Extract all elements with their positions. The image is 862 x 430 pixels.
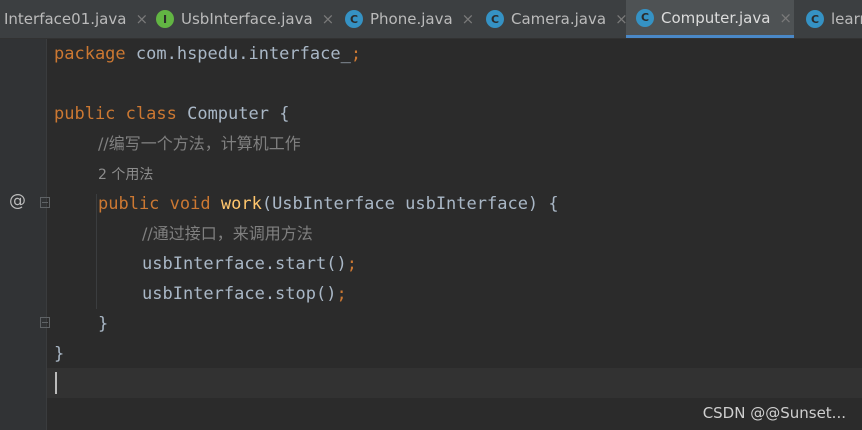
tab-label: learn (831, 10, 862, 28)
semicolon: ; (336, 284, 347, 304)
fold-icon[interactable] (40, 197, 50, 208)
code-line: public void work(UsbInterface usbInterfa… (98, 189, 559, 219)
tab-phone[interactable]: C Phone.java × (345, 0, 474, 38)
code-line: //通过接口，来调用方法 (142, 219, 313, 249)
editor-gutter (0, 39, 46, 430)
keyword: public (54, 104, 116, 124)
code-line: //编写一个方法，计算机工作 (98, 129, 301, 159)
keyword: public (98, 194, 160, 214)
tab-label: Interface01.java (4, 10, 127, 28)
tab-interface01[interactable]: Interface01.java × (4, 0, 148, 38)
tab-label: UsbInterface.java (181, 10, 313, 28)
usage-hint[interactable]: 2 个用法 (98, 159, 153, 189)
code-line: } (54, 339, 64, 369)
closing-brace: } (54, 344, 65, 364)
interface-icon: I (156, 10, 174, 28)
keyword: class (125, 104, 177, 124)
class-icon: C (806, 10, 824, 28)
method-call: usbInterface.stop() (142, 284, 337, 304)
method-name: work (220, 194, 262, 214)
comment: //通过接口，来调用方法 (142, 224, 313, 243)
tab-label: Phone.java (370, 10, 453, 28)
text-cursor (55, 372, 57, 394)
comment: //编写一个方法，计算机工作 (98, 134, 301, 153)
tab-camera[interactable]: C Camera.java × (486, 0, 628, 38)
close-icon[interactable]: × (462, 10, 475, 28)
tab-label: Camera.java (511, 10, 607, 28)
class-icon: C (636, 8, 654, 27)
code-line: package com.hspedu.interface_; (54, 39, 361, 69)
class-icon: C (345, 10, 363, 28)
tab-label: Computer.java (661, 8, 771, 27)
semicolon: ; (346, 254, 357, 274)
keyword: void (169, 194, 211, 214)
usage-hint-text: 2 个用法 (98, 167, 154, 183)
indent-guide (96, 194, 97, 309)
method-params: (UsbInterface usbInterface) { (261, 194, 559, 214)
close-icon[interactable]: × (135, 10, 148, 28)
method-call: usbInterface.start() (142, 254, 347, 274)
override-marker-icon[interactable]: @ (9, 191, 26, 211)
code-line: usbInterface.stop(); (142, 279, 347, 309)
keyword: package (54, 44, 126, 64)
tab-usbinterface[interactable]: I UsbInterface.java × (156, 0, 334, 38)
code-line: } (98, 309, 108, 339)
class-name: Computer { (176, 104, 290, 124)
package-name: com.hspedu.interface_ (125, 44, 351, 64)
tab-learn[interactable]: C learn (806, 0, 862, 38)
fold-icon[interactable] (40, 317, 50, 328)
close-icon[interactable]: × (779, 9, 792, 27)
close-icon[interactable]: × (322, 10, 335, 28)
editor-tab-bar: Interface01.java × I UsbInterface.java ×… (0, 0, 862, 39)
semicolon: ; (350, 44, 362, 64)
current-line-highlight (47, 368, 862, 398)
class-icon: C (486, 10, 504, 28)
code-line: public class Computer { (54, 99, 289, 129)
code-line: usbInterface.start(); (142, 249, 357, 279)
watermark: CSDN @@Sunset... (702, 404, 846, 422)
tab-computer[interactable]: C Computer.java × (626, 0, 794, 38)
closing-brace: } (98, 314, 109, 334)
code-editor[interactable]: @ package com.hspedu.interface_; public … (0, 39, 862, 430)
